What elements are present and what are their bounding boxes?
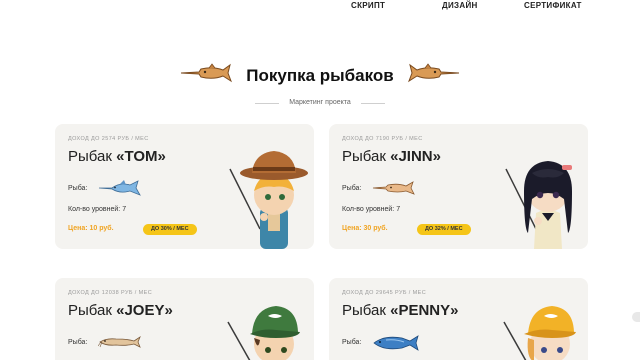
card-title: Рыбак «JINN» [342, 148, 441, 165]
fish-label: Рыба: [342, 185, 362, 192]
profit-badge: ДО 30% / МЕС [143, 224, 197, 235]
nav-link-design[interactable]: ДИЗАЙН [442, 1, 478, 10]
section-subtitle: Маркетинг проекта [0, 98, 640, 110]
card-title-prefix: Рыбак [68, 302, 117, 319]
price-text: Цена: 10 руб. [68, 225, 114, 232]
blue-fish-icon [373, 335, 419, 351]
fisher-card-jinn[interactable]: ДОХОД ДО 7190 РУБ / МЕС Рыбак «JINN» Рыб… [329, 124, 588, 249]
catfish-icon [98, 335, 141, 348]
card-title: Рыбак «PENNY» [342, 302, 458, 319]
fish-label: Рыба: [68, 339, 88, 346]
nav-link-script[interactable]: СКРИПТ [351, 1, 385, 10]
fisher-card-tom[interactable]: ДОХОД ДО 2574 РУБ / МЕС Рыбак «TOM» Рыба… [55, 124, 314, 249]
card-title-prefix: Рыбак [342, 302, 391, 319]
page-title: Покупка рыбаков [246, 66, 394, 85]
girl-fisher-icon [505, 161, 572, 249]
section-heading: Покупка рыбаков [0, 62, 640, 92]
fisher-card-joey[interactable]: ДОХОД ДО 12038 РУБ / МЕС Рыбак «JOEY» Ры… [55, 278, 314, 360]
price-text: Цена: 30 руб. [342, 225, 388, 232]
page: СКРИПТ ДИЗАЙН СЕРТИФИКАТ Покупка рыбаков… [0, 0, 640, 360]
fish-label: Рыба: [342, 339, 362, 346]
income-text: ДОХОД ДО 29645 РУБ / МЕС [342, 290, 427, 296]
card-title-name: «TOM» [116, 148, 166, 165]
card-title: Рыбак «TOM» [68, 148, 166, 165]
yellow-cap-fisher-icon [503, 306, 576, 360]
profit-badge: ДО 32% / МЕС [417, 224, 471, 235]
card-title-name: «JINN» [390, 148, 441, 165]
levels-text: Кол-во уровней: 7 [342, 206, 401, 213]
swordfish-icon [98, 180, 141, 196]
fisher-card-penny[interactable]: ДОХОД ДО 29645 РУБ / МЕС Рыбак «PENNY» Р… [329, 278, 588, 360]
income-text: ДОХОД ДО 12038 РУБ / МЕС [68, 290, 153, 296]
fish-label: Рыба: [68, 185, 88, 192]
card-title-prefix: Рыбак [68, 148, 117, 165]
card-title-name: «PENNY» [390, 302, 459, 319]
cowboy-fisherman-icon [229, 151, 308, 249]
subtitle-text: Маркетинг проекта [289, 99, 351, 106]
income-text: ДОХОД ДО 7190 РУБ / МЕС [342, 136, 423, 142]
sawfish-icon [372, 181, 415, 195]
card-title-prefix: Рыбак [342, 148, 391, 165]
income-text: ДОХОД ДО 2574 РУБ / МЕС [68, 136, 149, 142]
sawfish-decor-icon [408, 63, 460, 83]
top-nav: СКРИПТ ДИЗАЙН СЕРТИФИКАТ [0, 0, 640, 14]
nav-link-certificate[interactable]: СЕРТИФИКАТ [524, 1, 582, 10]
scroll-handle[interactable] [632, 312, 640, 322]
card-title-name: «JOEY» [116, 302, 173, 319]
levels-text: Кол-во уровней: 7 [68, 206, 127, 213]
card-title: Рыбак «JOEY» [68, 302, 173, 319]
divider [361, 103, 385, 104]
cap-fisherman-icon [227, 306, 300, 360]
